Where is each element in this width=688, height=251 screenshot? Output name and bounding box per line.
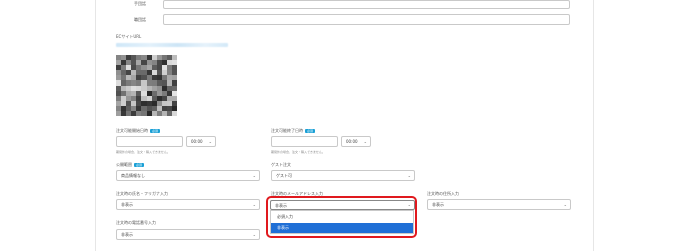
order-start-time-select[interactable]: 00:00 ⌄ [186, 136, 216, 147]
order-end-label: 注文可能終了日時 必須 [271, 128, 316, 133]
guest-order-label: ゲスト注文 [271, 162, 291, 167]
chevron-down-icon: ⌄ [407, 173, 411, 178]
ec-url-link[interactable] [116, 43, 228, 47]
order-end-label-text: 注文可能終了日時 [271, 128, 303, 133]
name-kana-value: 非表示 [121, 202, 133, 207]
ec-url-label: ECサイトURL [116, 34, 142, 39]
phone-field[interactable] [163, 0, 570, 9]
chevron-down-icon: ⌄ [563, 202, 567, 207]
guest-order-value: ゲスト可 [276, 173, 292, 178]
address-value: 非表示 [432, 202, 444, 207]
required-badge: 必須 [134, 163, 145, 167]
order-start-label-text: 注文可能開始日時 [116, 128, 148, 133]
order-start-label: 注文可能開始日時 必須 [116, 128, 161, 133]
fax-label: 職団話 [134, 17, 146, 22]
public-scope-value: 商品情報なし [121, 173, 145, 178]
order-end-time-value: 00:00 [346, 139, 358, 144]
order-end-time-select[interactable]: 00:00 ⌄ [341, 136, 371, 147]
phone-input-select[interactable]: 非表示 ⌄ [116, 229, 260, 240]
name-kana-select[interactable]: 非表示 ⌄ [116, 199, 260, 210]
highlight-annotation [266, 196, 417, 238]
fax-field[interactable] [163, 14, 570, 25]
guest-order-select[interactable]: ゲスト可 ⌄ [271, 170, 415, 181]
name-kana-label: 注文時の氏名・フリガナ入力 [116, 191, 168, 196]
address-label: 注文時の住所入力 [427, 191, 459, 196]
required-badge: 必須 [305, 129, 316, 133]
order-end-note: 期間外の場合、注文・購入できません。 [271, 150, 325, 154]
order-end-date-input[interactable] [271, 136, 338, 147]
phone-input-label: 注文時の電話番号入力 [116, 220, 156, 225]
order-start-date-input[interactable] [116, 136, 183, 147]
order-start-time-value: 00:00 [191, 139, 203, 144]
chevron-down-icon: ⌄ [363, 139, 367, 144]
chevron-down-icon: ⌄ [252, 232, 256, 237]
public-scope-label: 公開範囲 必須 [116, 162, 145, 167]
chevron-down-icon: ⌄ [252, 202, 256, 207]
phone-input-value: 非表示 [121, 232, 133, 237]
chevron-down-icon: ⌄ [208, 139, 212, 144]
required-badge: 必須 [150, 129, 161, 133]
public-scope-select[interactable]: 商品情報なし ⌄ [116, 170, 260, 181]
chevron-down-icon: ⌄ [252, 173, 256, 178]
address-select[interactable]: 非表示 ⌄ [427, 199, 571, 210]
public-scope-label-text: 公開範囲 [116, 162, 132, 167]
phone-label: 手団話 [134, 1, 146, 6]
qr-code-image [116, 55, 177, 116]
order-start-note: 期間外の場合、注文・購入できません。 [116, 150, 170, 154]
